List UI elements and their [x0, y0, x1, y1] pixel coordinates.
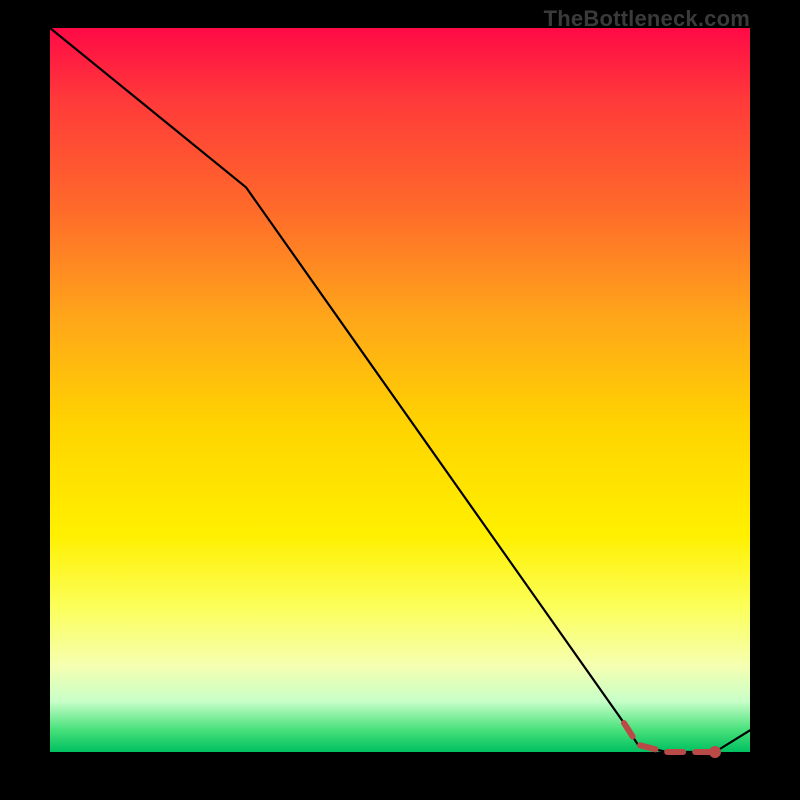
bottleneck-curve	[50, 28, 750, 752]
recommended-range-line	[624, 723, 715, 752]
plot-area	[50, 28, 750, 752]
recommended-point-marker	[709, 746, 721, 758]
plot-svg	[50, 28, 750, 752]
chart-frame: TheBottleneck.com	[0, 0, 800, 800]
